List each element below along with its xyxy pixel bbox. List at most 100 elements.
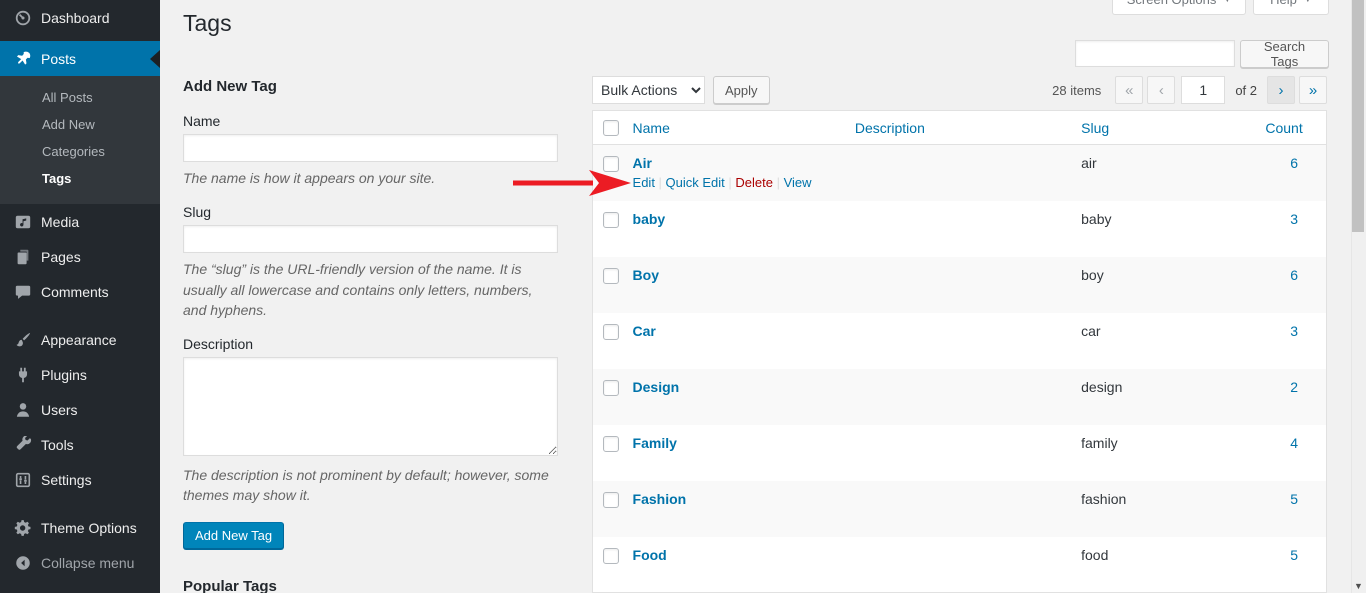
slug-label: Slug bbox=[183, 204, 558, 220]
tag-count-link[interactable]: 5 bbox=[1290, 547, 1298, 563]
items-count: 28 items bbox=[1052, 83, 1101, 98]
tag-count-link[interactable]: 6 bbox=[1290, 155, 1298, 171]
user-icon bbox=[13, 400, 32, 419]
column-header-slug[interactable]: Slug bbox=[1071, 111, 1255, 145]
help-button[interactable]: Help ▼ bbox=[1253, 0, 1329, 15]
name-help-text: The name is how it appears on your site. bbox=[183, 168, 558, 188]
row-checkbox[interactable] bbox=[603, 492, 619, 508]
sidebar-item-theme-options[interactable]: Theme Options bbox=[0, 510, 160, 545]
tag-slug-cell: design bbox=[1071, 369, 1255, 425]
next-page-button[interactable]: › bbox=[1267, 76, 1295, 104]
tag-description-cell bbox=[845, 369, 1071, 425]
tag-description-cell bbox=[845, 145, 1071, 201]
row-checkbox[interactable] bbox=[603, 548, 619, 564]
scroll-down-arrow[interactable]: ▼ bbox=[1354, 581, 1363, 591]
delete-link[interactable]: Delete bbox=[735, 175, 783, 190]
tag-count-link[interactable]: 2 bbox=[1290, 379, 1298, 395]
sidebar-item-categories[interactable]: Categories bbox=[0, 138, 160, 165]
column-header-description[interactable]: Description bbox=[845, 111, 1071, 145]
sidebar-item-tags[interactable]: Tags bbox=[0, 165, 160, 192]
tag-slug-input[interactable] bbox=[183, 225, 558, 253]
menu-separator bbox=[0, 497, 160, 510]
sidebar-item-appearance[interactable]: Appearance bbox=[0, 322, 160, 357]
edit-link[interactable]: Edit bbox=[633, 175, 666, 190]
view-link[interactable]: View bbox=[784, 175, 812, 190]
previous-page-button[interactable]: ‹ bbox=[1147, 76, 1175, 104]
tag-count-link[interactable]: 3 bbox=[1290, 211, 1298, 227]
pagination: 28 items « ‹ of 2 › » bbox=[1052, 76, 1327, 104]
sidebar-item-pages[interactable]: Pages bbox=[0, 239, 160, 274]
sidebar-item-comments[interactable]: Comments bbox=[0, 274, 160, 309]
add-new-tag-button[interactable]: Add New Tag bbox=[183, 522, 284, 550]
table-row: baby baby 3 bbox=[593, 201, 1327, 257]
tag-name-link[interactable]: Family bbox=[633, 435, 677, 451]
tag-name-link[interactable]: Design bbox=[633, 379, 680, 395]
first-page-button[interactable]: « bbox=[1115, 76, 1143, 104]
sidebar-item-label: Settings bbox=[41, 471, 92, 489]
sidebar-item-users[interactable]: Users bbox=[0, 392, 160, 427]
plug-icon bbox=[13, 365, 32, 384]
column-header-count[interactable]: Count bbox=[1255, 111, 1326, 145]
tag-count-link[interactable]: 4 bbox=[1290, 435, 1298, 451]
table-row: Design design 2 bbox=[593, 369, 1327, 425]
search-input[interactable] bbox=[1075, 40, 1235, 67]
admin-sidebar: Dashboard Posts All Posts Add New Catego… bbox=[0, 0, 160, 593]
tag-name-link[interactable]: Boy bbox=[633, 267, 659, 283]
row-checkbox[interactable] bbox=[603, 436, 619, 452]
sidebar-item-label: Posts bbox=[41, 50, 76, 68]
form-heading: Add New Tag bbox=[183, 78, 558, 95]
row-actions: EditQuick EditDeleteView bbox=[633, 175, 835, 190]
screen-options-label: Screen Options bbox=[1127, 0, 1217, 7]
tag-name-link[interactable]: Food bbox=[633, 547, 667, 563]
sidebar-item-all-posts[interactable]: All Posts bbox=[0, 84, 160, 111]
apply-button[interactable]: Apply bbox=[713, 76, 770, 104]
table-row: Car car 3 bbox=[593, 313, 1327, 369]
tag-name-link[interactable]: Air bbox=[633, 155, 652, 171]
tag-count-link[interactable]: 3 bbox=[1290, 323, 1298, 339]
sidebar-item-add-new[interactable]: Add New bbox=[0, 111, 160, 138]
media-icon bbox=[13, 212, 32, 231]
sidebar-item-collapse-menu[interactable]: Collapse menu bbox=[0, 545, 160, 580]
chevron-down-icon: ▼ bbox=[1304, 0, 1312, 4]
list-table-toolbar: Bulk Actions Apply 28 items « ‹ of 2 › » bbox=[592, 75, 1327, 105]
gear-icon bbox=[13, 518, 32, 537]
tag-slug-cell: food bbox=[1071, 537, 1255, 593]
bulk-actions-select[interactable]: Bulk Actions bbox=[592, 76, 705, 104]
scrollbar-thumb[interactable] bbox=[1352, 0, 1364, 232]
tag-description-cell bbox=[845, 481, 1071, 537]
sidebar-item-dashboard[interactable]: Dashboard bbox=[0, 0, 160, 35]
select-all-checkbox[interactable] bbox=[603, 120, 619, 136]
row-checkbox[interactable] bbox=[603, 268, 619, 284]
sidebar-item-posts[interactable]: Posts bbox=[0, 41, 160, 76]
sidebar-item-settings[interactable]: Settings bbox=[0, 462, 160, 497]
sidebar-item-label: Media bbox=[41, 213, 79, 231]
tag-name-link[interactable]: baby bbox=[633, 211, 666, 227]
last-page-button[interactable]: » bbox=[1299, 76, 1327, 104]
chevron-down-icon: ▼ bbox=[1223, 0, 1231, 4]
row-checkbox[interactable] bbox=[603, 212, 619, 228]
row-checkbox[interactable] bbox=[603, 380, 619, 396]
quick-edit-link[interactable]: Quick Edit bbox=[666, 175, 736, 190]
tag-description-textarea[interactable] bbox=[183, 357, 558, 456]
row-checkbox[interactable] bbox=[603, 324, 619, 340]
tag-name-link[interactable]: Car bbox=[633, 323, 656, 339]
tag-count-link[interactable]: 6 bbox=[1290, 267, 1298, 283]
sidebar-item-label: Theme Options bbox=[41, 519, 137, 537]
sidebar-item-plugins[interactable]: Plugins bbox=[0, 357, 160, 392]
dashboard-icon bbox=[13, 8, 32, 27]
column-header-name[interactable]: Name bbox=[623, 111, 845, 145]
current-page-input[interactable] bbox=[1181, 76, 1225, 104]
page-title: Tags bbox=[183, 9, 232, 38]
tag-name-link[interactable]: Fashion bbox=[633, 491, 687, 507]
tag-name-input[interactable] bbox=[183, 134, 558, 162]
sidebar-item-tools[interactable]: Tools bbox=[0, 427, 160, 462]
sidebar-item-label: Dashboard bbox=[41, 9, 110, 27]
tag-count-link[interactable]: 5 bbox=[1290, 491, 1298, 507]
search-tags-button[interactable]: Search Tags bbox=[1240, 40, 1329, 68]
sidebar-item-media[interactable]: Media bbox=[0, 204, 160, 239]
admin-content: Tags Screen Options ▼ Help ▼ Add New Tag… bbox=[160, 0, 1351, 593]
row-checkbox[interactable] bbox=[603, 156, 619, 172]
sidebar-item-label: Users bbox=[41, 401, 78, 419]
tag-slug-cell: family bbox=[1071, 425, 1255, 481]
screen-options-button[interactable]: Screen Options ▼ bbox=[1112, 0, 1246, 15]
